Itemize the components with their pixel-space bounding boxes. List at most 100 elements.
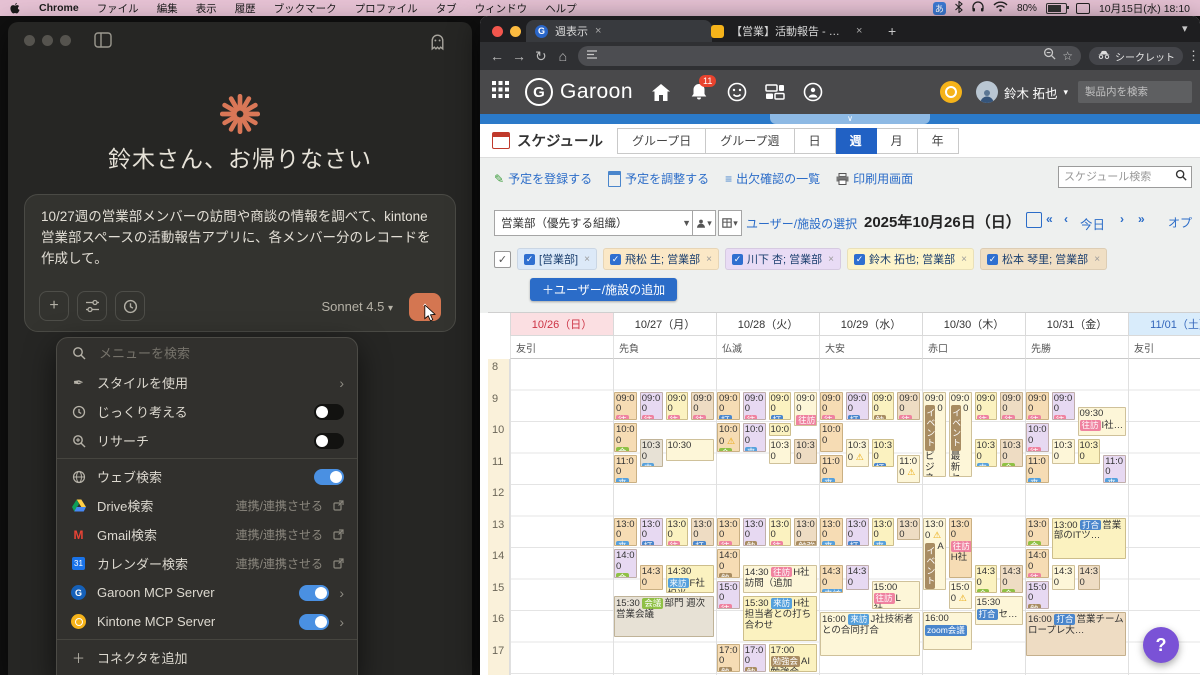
calendar-event[interactable]: 15:30 会議部門 週次営業会議	[614, 596, 714, 637]
calendar-event[interactable]: 14:30 来訪F社 担当…	[666, 565, 715, 594]
menu-item-2[interactable]: リサーチ	[57, 426, 357, 455]
calendar-event[interactable]: 14:00 勉	[717, 549, 740, 578]
calendar-event[interactable]: 13:00 往	[666, 518, 689, 547]
calendar-event[interactable]: 14:30 往訪H社訪問（追加	[743, 565, 817, 594]
calendar-event[interactable]: 10:00	[820, 423, 843, 452]
calendar-event[interactable]: 09:00 イベント最新セー	[949, 392, 972, 477]
calendar-event[interactable]: 09:00 打	[769, 392, 792, 421]
calendar-event[interactable]: 09:00 勉	[872, 392, 895, 421]
checkbox-checked-icon[interactable]: ✓	[854, 254, 865, 265]
toggle[interactable]	[299, 585, 329, 601]
calendar-event[interactable]: 14:30 会	[1000, 565, 1023, 594]
menu-item-1[interactable]: じっくり考える	[57, 397, 357, 426]
view-tab-日[interactable]: 日	[795, 128, 836, 154]
calendar-event[interactable]: 15:00 往	[717, 581, 740, 610]
tab-activity-report[interactable]: 【営業】活動報告 - レコードの… ×	[702, 20, 890, 42]
calendar-event[interactable]: 13:00 打	[640, 518, 663, 547]
day-header-6[interactable]: 11/01（土）	[1128, 313, 1200, 336]
checkbox-checked-icon[interactable]: ✓	[524, 254, 535, 265]
input-method-icon[interactable]: あ	[933, 2, 946, 15]
calendar-event[interactable]: 10:00 ⚠会	[717, 423, 740, 452]
calendar-event[interactable]: 09:00 往	[897, 392, 920, 421]
calendar-event[interactable]: 13:00	[897, 518, 920, 540]
menu-search-input[interactable]	[97, 345, 301, 362]
date-picker-icon[interactable]	[1026, 212, 1042, 228]
day-header-1[interactable]: 10/27（月）	[613, 313, 716, 336]
header-collapse-handle[interactable]: ∨	[770, 114, 930, 124]
search-icon[interactable]	[1171, 168, 1191, 186]
attach-plus-button[interactable]: +	[39, 291, 69, 321]
calendar-event[interactable]: 13:00 勉	[743, 518, 766, 547]
calendar-event[interactable]: 09:00 往	[1000, 392, 1023, 421]
bookmark-star-icon[interactable]: ☆	[1062, 49, 1073, 63]
calendar-event[interactable]: 13:00 打	[846, 518, 869, 547]
calendar-event[interactable]: 13:00 往	[717, 518, 740, 547]
calendar-event[interactable]: 16:00 zoom会議	[923, 612, 972, 650]
remove-icon[interactable]: ×	[1094, 254, 1100, 265]
calendar-event[interactable]: 14:30	[846, 565, 869, 590]
calendar-event[interactable]: 15:30 打合セ…	[975, 596, 1024, 625]
calendar-event[interactable]: 10:30 来	[975, 439, 998, 468]
kintone-switch-icon[interactable]	[940, 81, 962, 103]
close-icon[interactable]: ×	[856, 25, 862, 37]
reload-icon[interactable]: ↻	[530, 48, 552, 65]
help-button[interactable]: ?	[1143, 627, 1179, 663]
user-facility-select-link[interactable]: ユーザー/施設の選択	[746, 215, 857, 232]
menu-item-11[interactable]: ＋コネクタを追加	[57, 643, 357, 672]
window-controls[interactable]	[24, 33, 78, 51]
action-attendance[interactable]: ≡出欠確認の一覧	[725, 170, 820, 187]
profile-globe-icon[interactable]	[803, 82, 823, 102]
calendar-event[interactable]: 10:00 会	[614, 423, 637, 452]
calendar-event[interactable]: 13:00 往訪H社	[949, 518, 972, 578]
calendar-event[interactable]: 09:30 往訪I社…	[1078, 407, 1127, 436]
calendar-event[interactable]: 09:00 往訪F社来訪	[794, 392, 817, 427]
portal-layout-icon[interactable]	[765, 83, 785, 101]
member-chip-0[interactable]: ✓[営業部]×	[517, 248, 597, 270]
prompt-text[interactable]: 10/27週の営業部メンバーの訪問や商談の情報を調べて、kintone営業部スペ…	[41, 207, 439, 270]
menu-bar-item-9[interactable]: ヘルプ	[536, 1, 586, 16]
toggle[interactable]	[299, 614, 329, 630]
calendar-event[interactable]: 10:00 ⚠	[769, 423, 792, 436]
view-tab-グループ日[interactable]: グループ日	[617, 128, 706, 154]
view-tab-年[interactable]: 年	[918, 128, 959, 154]
history-clock-button[interactable]	[115, 291, 145, 321]
calendar-event[interactable]: 17:00 勉	[717, 644, 740, 673]
user-menu[interactable]: 鈴木 拓也 ▾	[976, 81, 1068, 103]
app-launcher-icon[interactable]	[492, 81, 509, 103]
member-chip-2[interactable]: ✓川下 杏; 営業部×	[725, 248, 841, 270]
day-header-3[interactable]: 10/29（水）	[819, 313, 922, 336]
user-picker-button[interactable]: ▾	[692, 210, 716, 236]
menu-item-0[interactable]: ✒スタイルを使用›	[57, 368, 357, 397]
calendar-event[interactable]: 10:30 来	[1052, 439, 1075, 464]
wifi-icon[interactable]	[993, 1, 1008, 15]
calendar-event[interactable]: 15:00 勉	[1026, 581, 1049, 610]
close-icon[interactable]: ×	[595, 25, 601, 37]
connect-link[interactable]: 連携/連携させる	[236, 555, 323, 572]
calendar-event[interactable]: 17:00 勉	[743, 644, 766, 673]
menu-search[interactable]	[57, 338, 357, 368]
calendar-event[interactable]: 09:00 打	[846, 392, 869, 421]
calendar-event[interactable]: 09:00 往	[614, 392, 637, 421]
calendar-event[interactable]: 13:00 来	[614, 518, 637, 547]
menu-item-9[interactable]: Kintone MCP Server›	[57, 607, 357, 636]
menu-bar-item-2[interactable]: 編集	[148, 1, 187, 16]
select-all-checkbox[interactable]: ✓	[494, 251, 511, 268]
day-header-0[interactable]: 10/26（日）	[510, 313, 613, 336]
calendar-event[interactable]: 11:00 来	[820, 455, 843, 484]
calendar-event[interactable]: 13:00 往	[769, 518, 792, 547]
calendar-event[interactable]: 16:00 来訪J社技術者との合同打合	[820, 612, 920, 656]
calendar-event[interactable]: 09:00 イベントビジネス	[923, 392, 946, 477]
calendar-event[interactable]: 16:00 打合営業チームロープレ大…	[1026, 612, 1126, 656]
menu-bar-clock[interactable]: 10月15日(水) 18:10	[1099, 1, 1190, 16]
remove-icon[interactable]: ×	[828, 254, 834, 265]
action-adjust[interactable]: 予定を調整する	[608, 170, 709, 187]
day-header-4[interactable]: 10/30（木）	[922, 313, 1025, 336]
new-tab-button[interactable]: +	[888, 23, 896, 39]
connect-link[interactable]: 連携/連携させる	[236, 526, 323, 543]
toggle[interactable]	[314, 469, 344, 485]
calendar-event[interactable]: 13:00 勉強会	[794, 518, 817, 547]
notification-bell-icon[interactable]: 11	[689, 82, 709, 102]
calendar-event[interactable]: 13:00 ⚠イベントAI・	[923, 518, 946, 591]
calendar-event[interactable]: 09:00 往	[1052, 392, 1075, 421]
menu-bar-item-6[interactable]: プロファイル	[346, 1, 427, 16]
